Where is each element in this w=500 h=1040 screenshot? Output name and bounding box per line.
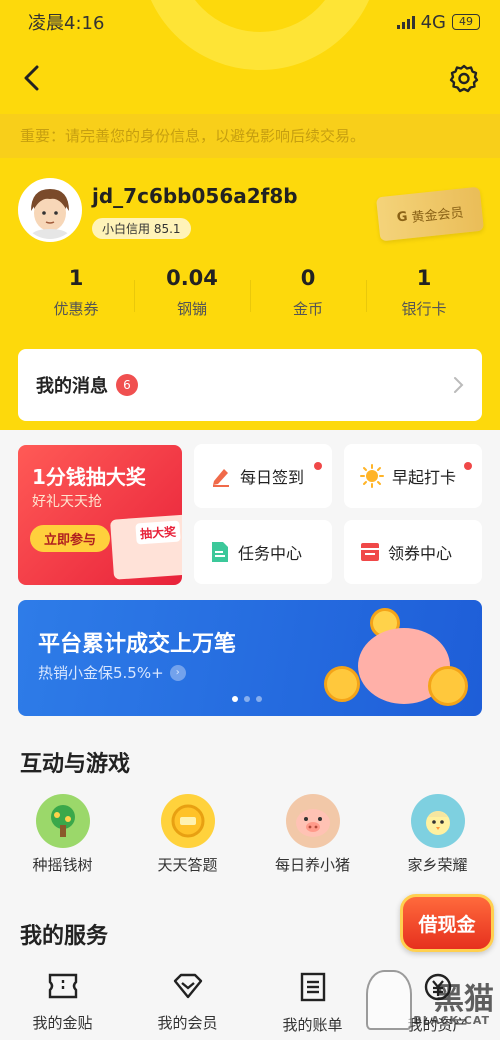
- watermark-subtitle: BLACK CAT: [413, 1014, 490, 1027]
- gold-member-card[interactable]: G 黄金会员: [375, 186, 485, 242]
- stat-value: 0.04: [166, 266, 218, 290]
- carousel-dot[interactable]: [244, 696, 250, 702]
- tile-label: 任务中心: [238, 544, 303, 563]
- settings-button[interactable]: [446, 60, 482, 96]
- signal-icon: [396, 15, 415, 29]
- stat-gold-coins[interactable]: 0 金币: [250, 266, 366, 326]
- game-daily-quiz[interactable]: 天天答题: [125, 794, 250, 884]
- ticket-icon: [361, 543, 379, 561]
- stat-value: 1: [416, 266, 432, 290]
- join-now-button[interactable]: 立即参与: [30, 525, 111, 552]
- black-cat-watermark: 黑猫 BLACK CAT: [366, 964, 496, 1038]
- nav-bar: [0, 50, 500, 106]
- battery-icon: 49: [452, 14, 480, 30]
- game-label: 每日养小猪: [274, 856, 350, 874]
- money-tree-icon: [35, 794, 90, 848]
- stat-label: 优惠券: [53, 300, 99, 318]
- gear-icon: [449, 64, 479, 93]
- sun-icon: [360, 464, 384, 488]
- services-section-title: 我的服务: [20, 924, 109, 949]
- coupon-center-tile[interactable]: 领券中心: [344, 520, 482, 584]
- status-time: 凌晨4:16: [28, 13, 105, 34]
- bill-icon: [300, 972, 325, 1002]
- daily-checkin-tile[interactable]: 每日签到: [194, 444, 332, 508]
- carousel-dot[interactable]: [256, 696, 262, 702]
- message-count-badge: 6: [116, 374, 138, 396]
- pencil-icon: [213, 469, 229, 487]
- pig-icon: [285, 794, 340, 848]
- avatar[interactable]: [18, 178, 82, 242]
- stat-steel-coins[interactable]: 0.04 钢镚: [134, 266, 250, 326]
- game-label: 家乡荣耀: [407, 856, 468, 874]
- new-dot: [314, 462, 322, 470]
- messages-title: 我的消息: [36, 376, 108, 397]
- profile-card: jd_7c6bb056a2f8b 小白信用 85.1 G 黄金会员: [18, 178, 485, 244]
- new-dot: [464, 462, 472, 470]
- service-label: 我的金贴: [32, 1014, 93, 1032]
- game-money-tree[interactable]: 种摇钱树: [0, 794, 125, 884]
- tile-label: 早起打卡: [392, 468, 457, 487]
- identity-notice[interactable]: 重要：请完善您的身份信息，以避免影响后续交易。: [0, 114, 500, 158]
- stat-value: 0: [300, 266, 316, 290]
- tile-label: 领券中心: [388, 544, 453, 563]
- arrow-circle-icon: ›: [169, 664, 186, 681]
- early-rise-tile[interactable]: 早起打卡: [344, 444, 482, 508]
- stat-bank-cards[interactable]: 1 银行卡: [366, 266, 482, 326]
- stat-label: 银行卡: [401, 300, 447, 318]
- credit-score-badge[interactable]: 小白信用 85.1: [92, 218, 191, 239]
- quiz-coin-icon: [160, 794, 215, 848]
- stat-coupons[interactable]: 1 优惠券: [18, 266, 134, 326]
- document-icon: [212, 542, 228, 562]
- username: jd_7c6bb056a2f8b: [92, 184, 298, 208]
- borrow-cash-button[interactable]: 借现金: [400, 894, 494, 952]
- account-stats: 1 优惠券 0.04 钢镚 0 金币 1 银行卡: [18, 266, 482, 326]
- watermark-title: 黑猫: [434, 982, 494, 1017]
- game-label: 天天答题: [157, 856, 218, 874]
- service-my-membership[interactable]: 我的会员: [125, 972, 250, 1040]
- member-logo-icon: G: [396, 208, 409, 225]
- avatar-face-icon: [21, 181, 79, 239]
- game-raise-pig[interactable]: 每日养小猪: [250, 794, 375, 884]
- diamond-icon: [173, 973, 202, 999]
- promo-banner[interactable]: 平台累计成交上万笔 热销小金保5.5%+ ›: [18, 600, 482, 716]
- cat-logo-icon: [366, 970, 412, 1030]
- chevron-right-icon: [454, 377, 464, 393]
- chick-icon: [410, 794, 465, 848]
- games-grid: 种摇钱树 天天答题 每日养小猪 家乡荣耀: [0, 794, 500, 884]
- chevron-left-icon: [24, 65, 39, 91]
- game-hometown-glory[interactable]: 家乡荣耀: [375, 794, 500, 884]
- service-my-bills[interactable]: 我的账单: [250, 972, 375, 1040]
- games-section-title: 互动与游戏: [20, 752, 131, 777]
- coupon-icon: [48, 973, 77, 999]
- stat-label: 金币: [292, 300, 323, 318]
- carousel-dot[interactable]: [232, 696, 238, 702]
- promo-title: 1分钱抽大奖: [32, 465, 146, 489]
- task-center-tile[interactable]: 任务中心: [194, 520, 332, 584]
- stat-label: 钢镚: [176, 300, 207, 318]
- promo-subtitle: 好礼天天抢: [32, 494, 102, 510]
- member-level-label: 黄金会员: [410, 205, 465, 226]
- coin-icon: [428, 666, 468, 706]
- service-label: 我的账单: [282, 1016, 343, 1034]
- wallet-page: 凌晨4:16 4G 49 重要：请完善您的身份信息，以避免影响后续交易。 jd_…: [0, 0, 500, 1040]
- carousel-indicator: [232, 696, 262, 702]
- tile-label: 每日签到: [240, 468, 305, 487]
- lottery-sign: 抽大奖: [135, 520, 181, 545]
- lottery-promo-card[interactable]: 1分钱抽大奖 好礼天天抢 立即参与 抽大奖: [18, 445, 182, 585]
- status-bar: 凌晨4:16 4G 49: [0, 0, 500, 44]
- game-label: 种摇钱树: [32, 856, 93, 874]
- banner-title: 平台累计成交上万笔: [38, 632, 237, 657]
- service-my-subsidy[interactable]: 我的金贴: [0, 972, 125, 1040]
- stat-value: 1: [68, 266, 84, 290]
- back-button[interactable]: [14, 60, 50, 96]
- my-messages-row[interactable]: 我的消息 6: [18, 349, 482, 421]
- service-label: 我的会员: [157, 1014, 218, 1032]
- network-type: 4G: [420, 11, 446, 33]
- banner-subtitle: 热销小金保5.5%+: [38, 664, 164, 682]
- coin-icon: [324, 666, 360, 702]
